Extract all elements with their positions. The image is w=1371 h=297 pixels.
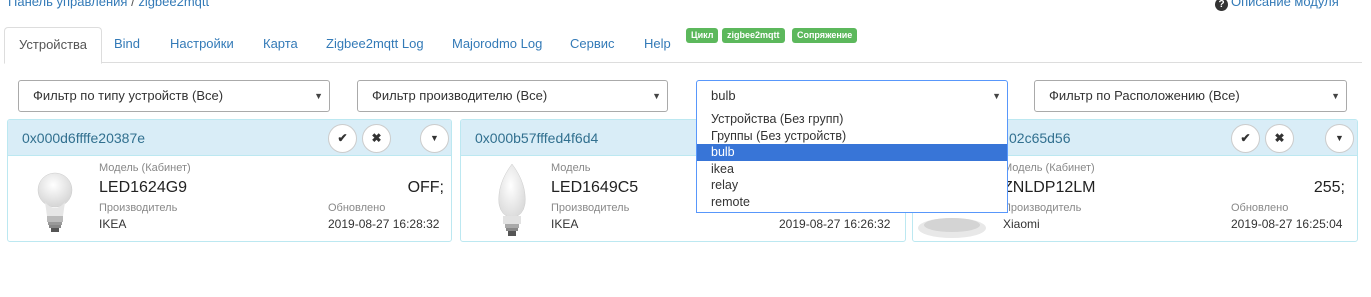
caret-down-icon: ▼: [1331, 91, 1340, 101]
updated-value: 2019-08-27 16:28:32: [328, 217, 440, 231]
device-id-link[interactable]: 02c65d56: [1009, 120, 1071, 156]
device-card: 0x000d6ffffe20387e ✔ ✖ ▼ Модель (Кабинет…: [7, 119, 452, 242]
device-id-link[interactable]: 0x000b57fffed4f6d4: [475, 120, 598, 156]
dropdown-option[interactable]: Группы (Без устройств): [697, 128, 1007, 145]
device-card-header: 0x000d6ffffe20387e ✔ ✖ ▼: [8, 120, 451, 156]
tab-service[interactable]: Сервис: [556, 27, 629, 63]
updated-value: 2019-08-27 16:25:04: [1231, 217, 1343, 231]
caret-down-icon[interactable]: ▼: [420, 124, 449, 153]
group-filter-value: bulb: [711, 88, 736, 103]
close-icon[interactable]: ✖: [1265, 124, 1294, 153]
location-filter[interactable]: Фильтр по Расположению (Все) ▼: [1034, 80, 1347, 112]
manufacturer-filter[interactable]: Фильтр производителю (Все) ▼: [357, 80, 668, 112]
tab-settings[interactable]: Настройки: [156, 27, 248, 63]
breadcrumb: Панель управления / zigbee2mqtt: [8, 0, 209, 9]
badge-cycle[interactable]: Цикл: [686, 28, 719, 43]
tab-zigbee2mqtt-log[interactable]: Zigbee2mqtt Log: [312, 27, 438, 63]
caret-down-icon: ▼: [992, 91, 1001, 101]
model-label: Модель (Кабинет): [99, 162, 191, 174]
tab-bind[interactable]: Bind: [100, 27, 154, 63]
group-filter-dropdown: Устройства (Без групп) Группы (Без устро…: [696, 111, 1008, 213]
dropdown-option[interactable]: relay: [697, 177, 1007, 194]
group-filter[interactable]: bulb ▼: [696, 80, 1008, 112]
bulb-image: [37, 172, 73, 232]
updated-value: 2019-08-27 16:26:32: [779, 217, 891, 231]
device-card-body: Модель (Кабинет) LED1624G9 OFF; Производ…: [8, 156, 451, 241]
dropdown-option[interactable]: remote: [697, 194, 1007, 211]
candle-bulb-image: [498, 163, 526, 236]
tab-map[interactable]: Карта: [249, 27, 312, 63]
breadcrumb-separator: /: [131, 0, 135, 9]
manufacturer-label: Производитель: [1003, 202, 1082, 214]
tab-bar: Устройства Bind Настройки Карта Zigbee2m…: [4, 27, 1362, 64]
module-help-label: Описание модуля: [1231, 0, 1339, 9]
model-label: Модель: [551, 162, 591, 174]
device-type-filter[interactable]: Фильтр по типу устройств (Все) ▼: [18, 80, 330, 112]
manufacturer-value: Xiaomi: [1003, 217, 1040, 231]
badge-zigbee2mqtt[interactable]: zigbee2mqtt: [722, 28, 785, 43]
close-icon[interactable]: ✖: [362, 124, 391, 153]
question-circle-icon: ?: [1215, 0, 1228, 11]
updated-label: Обновлено: [328, 202, 386, 214]
model-value: LED1624G9: [99, 179, 188, 196]
caret-down-icon: ▼: [314, 91, 323, 101]
device-state: 255;: [1313, 179, 1345, 196]
manufacturer-filter-value: Фильтр производителю (Все): [372, 88, 548, 103]
location-filter-value: Фильтр по Расположению (Все): [1049, 88, 1240, 103]
tab-help[interactable]: Help: [630, 27, 685, 63]
breadcrumb-module-link[interactable]: zigbee2mqtt: [138, 0, 209, 9]
model-label: Модель (Кабинет): [1003, 162, 1095, 174]
caret-down-icon[interactable]: ▼: [1325, 124, 1354, 153]
breadcrumb-panel-link[interactable]: Панель управления: [8, 0, 127, 9]
check-icon[interactable]: ✔: [1231, 124, 1260, 153]
badge-pairing[interactable]: Сопряжение: [792, 28, 858, 43]
device-state: OFF;: [407, 179, 444, 196]
module-help-link[interactable]: ? Описание модуля: [1215, 0, 1339, 11]
manufacturer-value: IKEA: [551, 217, 579, 231]
model-value: LED1649C5: [551, 179, 639, 196]
tab-majordomo-log[interactable]: Majorodmo Log: [438, 27, 556, 63]
tab-devices[interactable]: Устройства: [4, 27, 103, 64]
updated-label: Обновлено: [1231, 202, 1289, 214]
dropdown-option-selected[interactable]: bulb: [697, 144, 1007, 161]
dropdown-option[interactable]: ikea: [697, 161, 1007, 178]
manufacturer-value: IKEA: [99, 217, 127, 231]
dropdown-option[interactable]: Устройства (Без групп): [697, 111, 1007, 128]
device-type-filter-value: Фильтр по типу устройств (Все): [33, 88, 224, 103]
device-id-link[interactable]: 0x000d6ffffe20387e: [22, 120, 145, 156]
manufacturer-label: Производитель: [99, 202, 178, 214]
model-value: ZNLDP12LM: [1003, 179, 1096, 196]
check-icon[interactable]: ✔: [328, 124, 357, 153]
manufacturer-label: Производитель: [551, 202, 630, 214]
caret-down-icon: ▼: [652, 91, 661, 101]
